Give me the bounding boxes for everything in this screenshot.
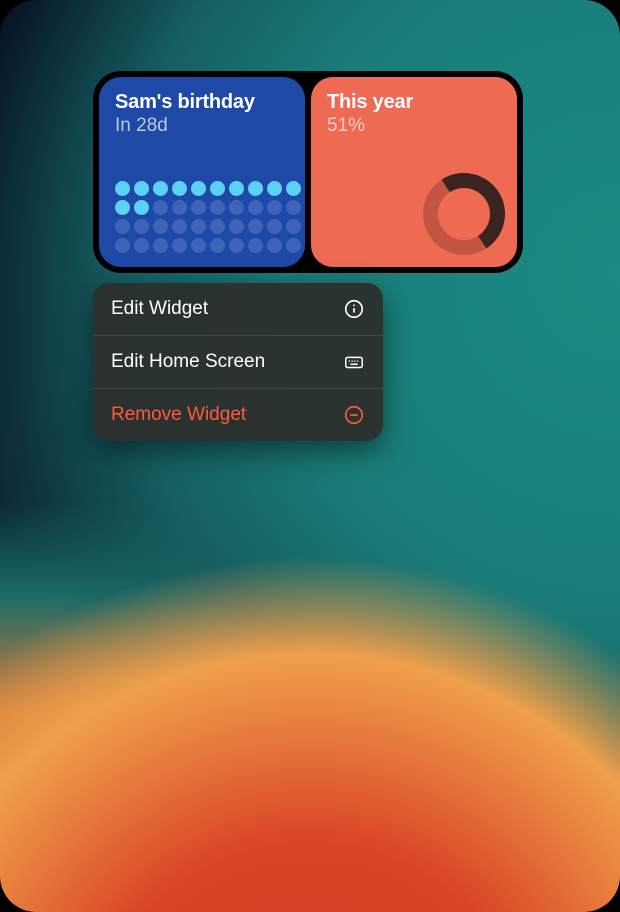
countdown-dot: [229, 200, 244, 215]
countdown-dot: [115, 219, 130, 234]
countdown-dot: [191, 181, 206, 196]
countdown-dot: [172, 200, 187, 215]
countdown-dot: [229, 219, 244, 234]
widget-context-menu: Edit Widget Edit Home Screen: [93, 283, 383, 441]
countdown-dot: [286, 181, 301, 196]
countdown-dot: [134, 238, 149, 253]
menu-item-label: Edit Home Screen: [111, 351, 265, 373]
countdown-dot: [210, 181, 225, 196]
widget-stack: Sam's birthday In 28d This year 51%: [93, 71, 523, 273]
countdown-dot: [153, 200, 168, 215]
countdown-title: Sam's birthday: [115, 91, 289, 114]
countdown-dot: [267, 200, 282, 215]
countdown-dot: [267, 219, 282, 234]
menu-item-remove-widget[interactable]: Remove Widget: [93, 388, 383, 441]
countdown-dot: [153, 238, 168, 253]
menu-item-edit-widget[interactable]: Edit Widget: [93, 283, 383, 335]
countdown-dot: [134, 181, 149, 196]
home-screen: Sam's birthday In 28d This year 51% Edit…: [0, 0, 620, 912]
countdown-widget[interactable]: Sam's birthday In 28d: [99, 77, 305, 267]
countdown-dot: [267, 181, 282, 196]
countdown-dot: [153, 181, 168, 196]
countdown-dot: [210, 219, 225, 234]
menu-item-label: Remove Widget: [111, 404, 246, 426]
countdown-dot: [172, 219, 187, 234]
year-progress-title: This year: [327, 91, 501, 114]
countdown-dot: [191, 219, 206, 234]
countdown-subtitle: In 28d: [115, 115, 289, 137]
countdown-dot: [172, 181, 187, 196]
year-progress-ring: [423, 173, 505, 255]
countdown-dot: [191, 200, 206, 215]
info-circle-icon: [343, 298, 365, 320]
countdown-dot: [229, 181, 244, 196]
countdown-dot: [248, 181, 263, 196]
menu-item-edit-home-screen[interactable]: Edit Home Screen: [93, 335, 383, 388]
year-progress-widget[interactable]: This year 51%: [311, 77, 517, 267]
countdown-dot: [134, 200, 149, 215]
countdown-dot: [267, 238, 282, 253]
countdown-dot: [115, 238, 130, 253]
year-progress-subtitle: 51%: [327, 115, 501, 137]
countdown-dot: [229, 238, 244, 253]
countdown-dot: [248, 219, 263, 234]
countdown-dot: [248, 238, 263, 253]
countdown-dot: [191, 238, 206, 253]
countdown-dot: [153, 219, 168, 234]
countdown-dot-grid: [115, 181, 289, 255]
countdown-dot: [115, 181, 130, 196]
countdown-dot: [134, 219, 149, 234]
menu-item-label: Edit Widget: [111, 298, 208, 320]
countdown-dot: [286, 200, 301, 215]
countdown-dot: [248, 200, 263, 215]
minus-circle-icon: [343, 404, 365, 426]
countdown-dot: [172, 238, 187, 253]
keyboard-icon: [343, 351, 365, 373]
countdown-dot: [286, 238, 301, 253]
countdown-dot: [115, 200, 130, 215]
countdown-dot: [210, 238, 225, 253]
countdown-dot: [210, 200, 225, 215]
countdown-dot: [286, 219, 301, 234]
